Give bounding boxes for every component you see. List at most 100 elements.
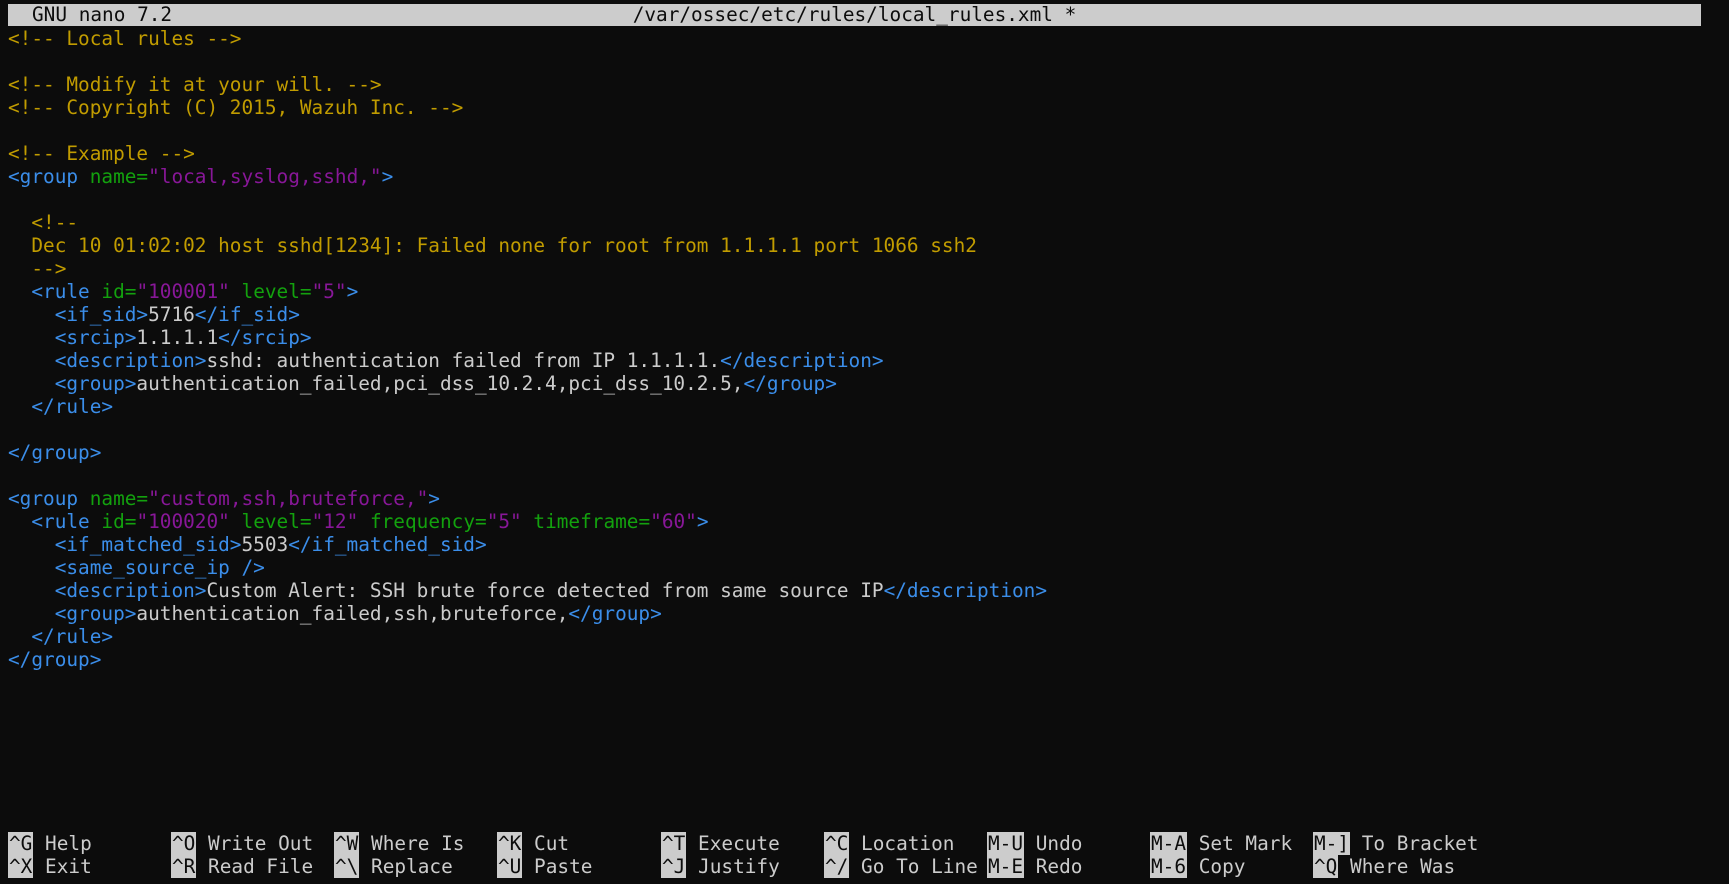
editor-line[interactable]: </group> xyxy=(8,441,1729,464)
shortcut-key: M-U xyxy=(987,832,1025,855)
editor-line[interactable]: <group>authentication_failed,pci_dss_10.… xyxy=(8,372,1729,395)
shortcut-go-to-line[interactable]: ^/ Go To Line xyxy=(824,855,978,878)
editor-line[interactable]: <rule id="100001" level="5"> xyxy=(8,280,1729,303)
code-token-tag: </if_matched_sid> xyxy=(288,533,487,556)
code-token-tag: <group xyxy=(8,487,90,510)
code-token-comment: <!-- Copyright (C) 2015, Wazuh Inc. --> xyxy=(8,96,464,119)
code-token-text: 1.1.1.1 xyxy=(136,326,219,349)
editor-line[interactable]: <description>sshd: authentication failed… xyxy=(8,349,1729,372)
code-token-tag: <group> xyxy=(8,372,137,395)
code-token-attr: timeframe= xyxy=(521,510,651,533)
code-token-comment: <!-- xyxy=(8,211,79,234)
shortcut-to-bracket[interactable]: M-] To Bracket xyxy=(1313,832,1478,855)
editor-line[interactable]: <!-- Modify it at your will. --> xyxy=(8,73,1729,96)
editor-line[interactable] xyxy=(8,418,1729,441)
editor-line[interactable]: <if_matched_sid>5503</if_matched_sid> xyxy=(8,533,1729,556)
code-token-tag: <if_sid> xyxy=(8,303,149,326)
editor-buffer[interactable]: <!-- Local rules --> <!-- Modify it at yo… xyxy=(8,27,1729,671)
editor-line[interactable]: <rule id="100020" level="12" frequency="… xyxy=(8,510,1729,533)
editor-line[interactable]: <group name="custom,ssh,bruteforce,"> xyxy=(8,487,1729,510)
editor-line[interactable]: <same_source_ip /> xyxy=(8,556,1729,579)
editor-line[interactable]: <!-- xyxy=(8,211,1729,234)
editor-line[interactable]: <group name="local,syslog,sshd,"> xyxy=(8,165,1729,188)
nano-title-bar: GNU nano 7.2 /var/ossec/etc/rules/local_… xyxy=(8,4,1701,26)
code-token-attr: level= xyxy=(229,280,312,303)
shortcut-key: ^Q xyxy=(1313,855,1339,878)
editor-line[interactable]: </group> xyxy=(8,648,1729,671)
code-token-tag: <description> xyxy=(8,579,207,602)
shortcut-key: M-] xyxy=(1313,832,1351,855)
editor-line[interactable] xyxy=(8,188,1729,211)
shortcut-replace[interactable]: ^\ Replace xyxy=(334,855,453,878)
code-token-comment: Dec 10 01:02:02 host sshd[1234]: Failed … xyxy=(8,234,977,257)
shortcut-key: ^C xyxy=(824,832,850,855)
shortcut-key: ^X xyxy=(8,855,34,878)
code-token-tag: <same_source_ip /> xyxy=(8,556,265,579)
shortcut-undo[interactable]: M-U Undo xyxy=(987,832,1082,855)
shortcut-label: Execute xyxy=(698,832,780,855)
editor-line[interactable]: <!-- Local rules --> xyxy=(8,27,1729,50)
shortcut-read-file[interactable]: ^R Read File xyxy=(171,855,313,878)
code-token-tag: </if_sid> xyxy=(194,303,300,326)
code-token-attr: level= xyxy=(229,510,312,533)
shortcut-key: ^U xyxy=(497,855,523,878)
editor-line[interactable] xyxy=(8,119,1729,142)
editor-line[interactable]: --> xyxy=(8,257,1729,280)
editor-line[interactable] xyxy=(8,464,1729,487)
shortcut-key: M-E xyxy=(987,855,1025,878)
shortcut-redo[interactable]: M-E Redo xyxy=(987,855,1082,878)
shortcut-label: Write Out xyxy=(208,832,314,855)
editor-line[interactable]: </rule> xyxy=(8,395,1729,418)
shortcut-location[interactable]: ^C Location xyxy=(824,832,954,855)
code-token-text: authentication_failed,pci_dss_10.2.4,pci… xyxy=(136,372,744,395)
shortcut-execute[interactable]: ^T Execute xyxy=(661,832,780,855)
shortcut-where-is[interactable]: ^W Where Is xyxy=(334,832,464,855)
shortcut-label: Where Is xyxy=(371,832,465,855)
code-token-tag: </srcip> xyxy=(218,326,312,349)
code-token-text: 5503 xyxy=(241,533,289,556)
code-token-tag: </rule> xyxy=(8,625,114,648)
code-token-attr: frequency= xyxy=(358,510,487,533)
code-token-tag: </group> xyxy=(568,602,662,625)
shortcut-justify[interactable]: ^J Justify xyxy=(661,855,780,878)
shortcut-label: Location xyxy=(861,832,955,855)
file-path: /var/ossec/etc/rules/local_rules.xml * xyxy=(632,3,1077,26)
code-token-tag: </group> xyxy=(8,648,102,671)
code-token-tag: <srcip> xyxy=(8,326,137,349)
editor-line[interactable]: <!-- Example --> xyxy=(8,142,1729,165)
shortcut-set-mark[interactable]: M-A Set Mark xyxy=(1150,832,1292,855)
code-token-val: "100001" xyxy=(136,280,230,303)
code-token-attr: name= xyxy=(89,165,149,188)
shortcut-copy[interactable]: M-6 Copy xyxy=(1150,855,1245,878)
code-token-tag: <group> xyxy=(8,602,137,625)
code-token-tag: </description> xyxy=(720,349,884,372)
editor-line[interactable]: </rule> xyxy=(8,625,1729,648)
shortcut-key: ^K xyxy=(497,832,523,855)
code-token-text: sshd: authentication failed from IP 1.1.… xyxy=(206,349,721,372)
code-token-tag: > xyxy=(696,510,709,533)
shortcut-label: Paste xyxy=(534,855,593,878)
editor-line[interactable]: <description>Custom Alert: SSH brute for… xyxy=(8,579,1729,602)
code-token-comment: --> xyxy=(8,257,67,280)
shortcut-paste[interactable]: ^U Paste xyxy=(497,855,592,878)
code-token-tag: </group> xyxy=(743,372,837,395)
shortcut-write-out[interactable]: ^O Write Out xyxy=(171,832,313,855)
editor-line[interactable]: Dec 10 01:02:02 host sshd[1234]: Failed … xyxy=(8,234,1729,257)
editor-line[interactable]: <group>authentication_failed,ssh,brutefo… xyxy=(8,602,1729,625)
shortcut-label: Read File xyxy=(208,855,314,878)
code-token-val: "local,syslog,sshd," xyxy=(148,165,382,188)
shortcut-cut[interactable]: ^K Cut xyxy=(497,832,569,855)
editor-line[interactable]: <!-- Copyright (C) 2015, Wazuh Inc. --> xyxy=(8,96,1729,119)
editor-line[interactable]: <srcip>1.1.1.1</srcip> xyxy=(8,326,1729,349)
shortcut-where-was[interactable]: ^Q Where Was xyxy=(1313,855,1455,878)
editor-line[interactable] xyxy=(8,50,1729,73)
code-token-attr: name= xyxy=(89,487,149,510)
shortcut-help[interactable]: ^G Help xyxy=(8,832,92,855)
shortcut-key: ^O xyxy=(171,832,197,855)
shortcut-key: ^T xyxy=(661,832,687,855)
shortcut-row-1: ^G Help ^O Write Out ^W Where Is ^K Cut ^T E… xyxy=(8,832,1728,855)
shortcut-label: Undo xyxy=(1035,832,1083,855)
code-token-tag: </description> xyxy=(883,579,1048,602)
shortcut-exit[interactable]: ^X Exit xyxy=(8,855,92,878)
editor-line[interactable]: <if_sid>5716</if_sid> xyxy=(8,303,1729,326)
